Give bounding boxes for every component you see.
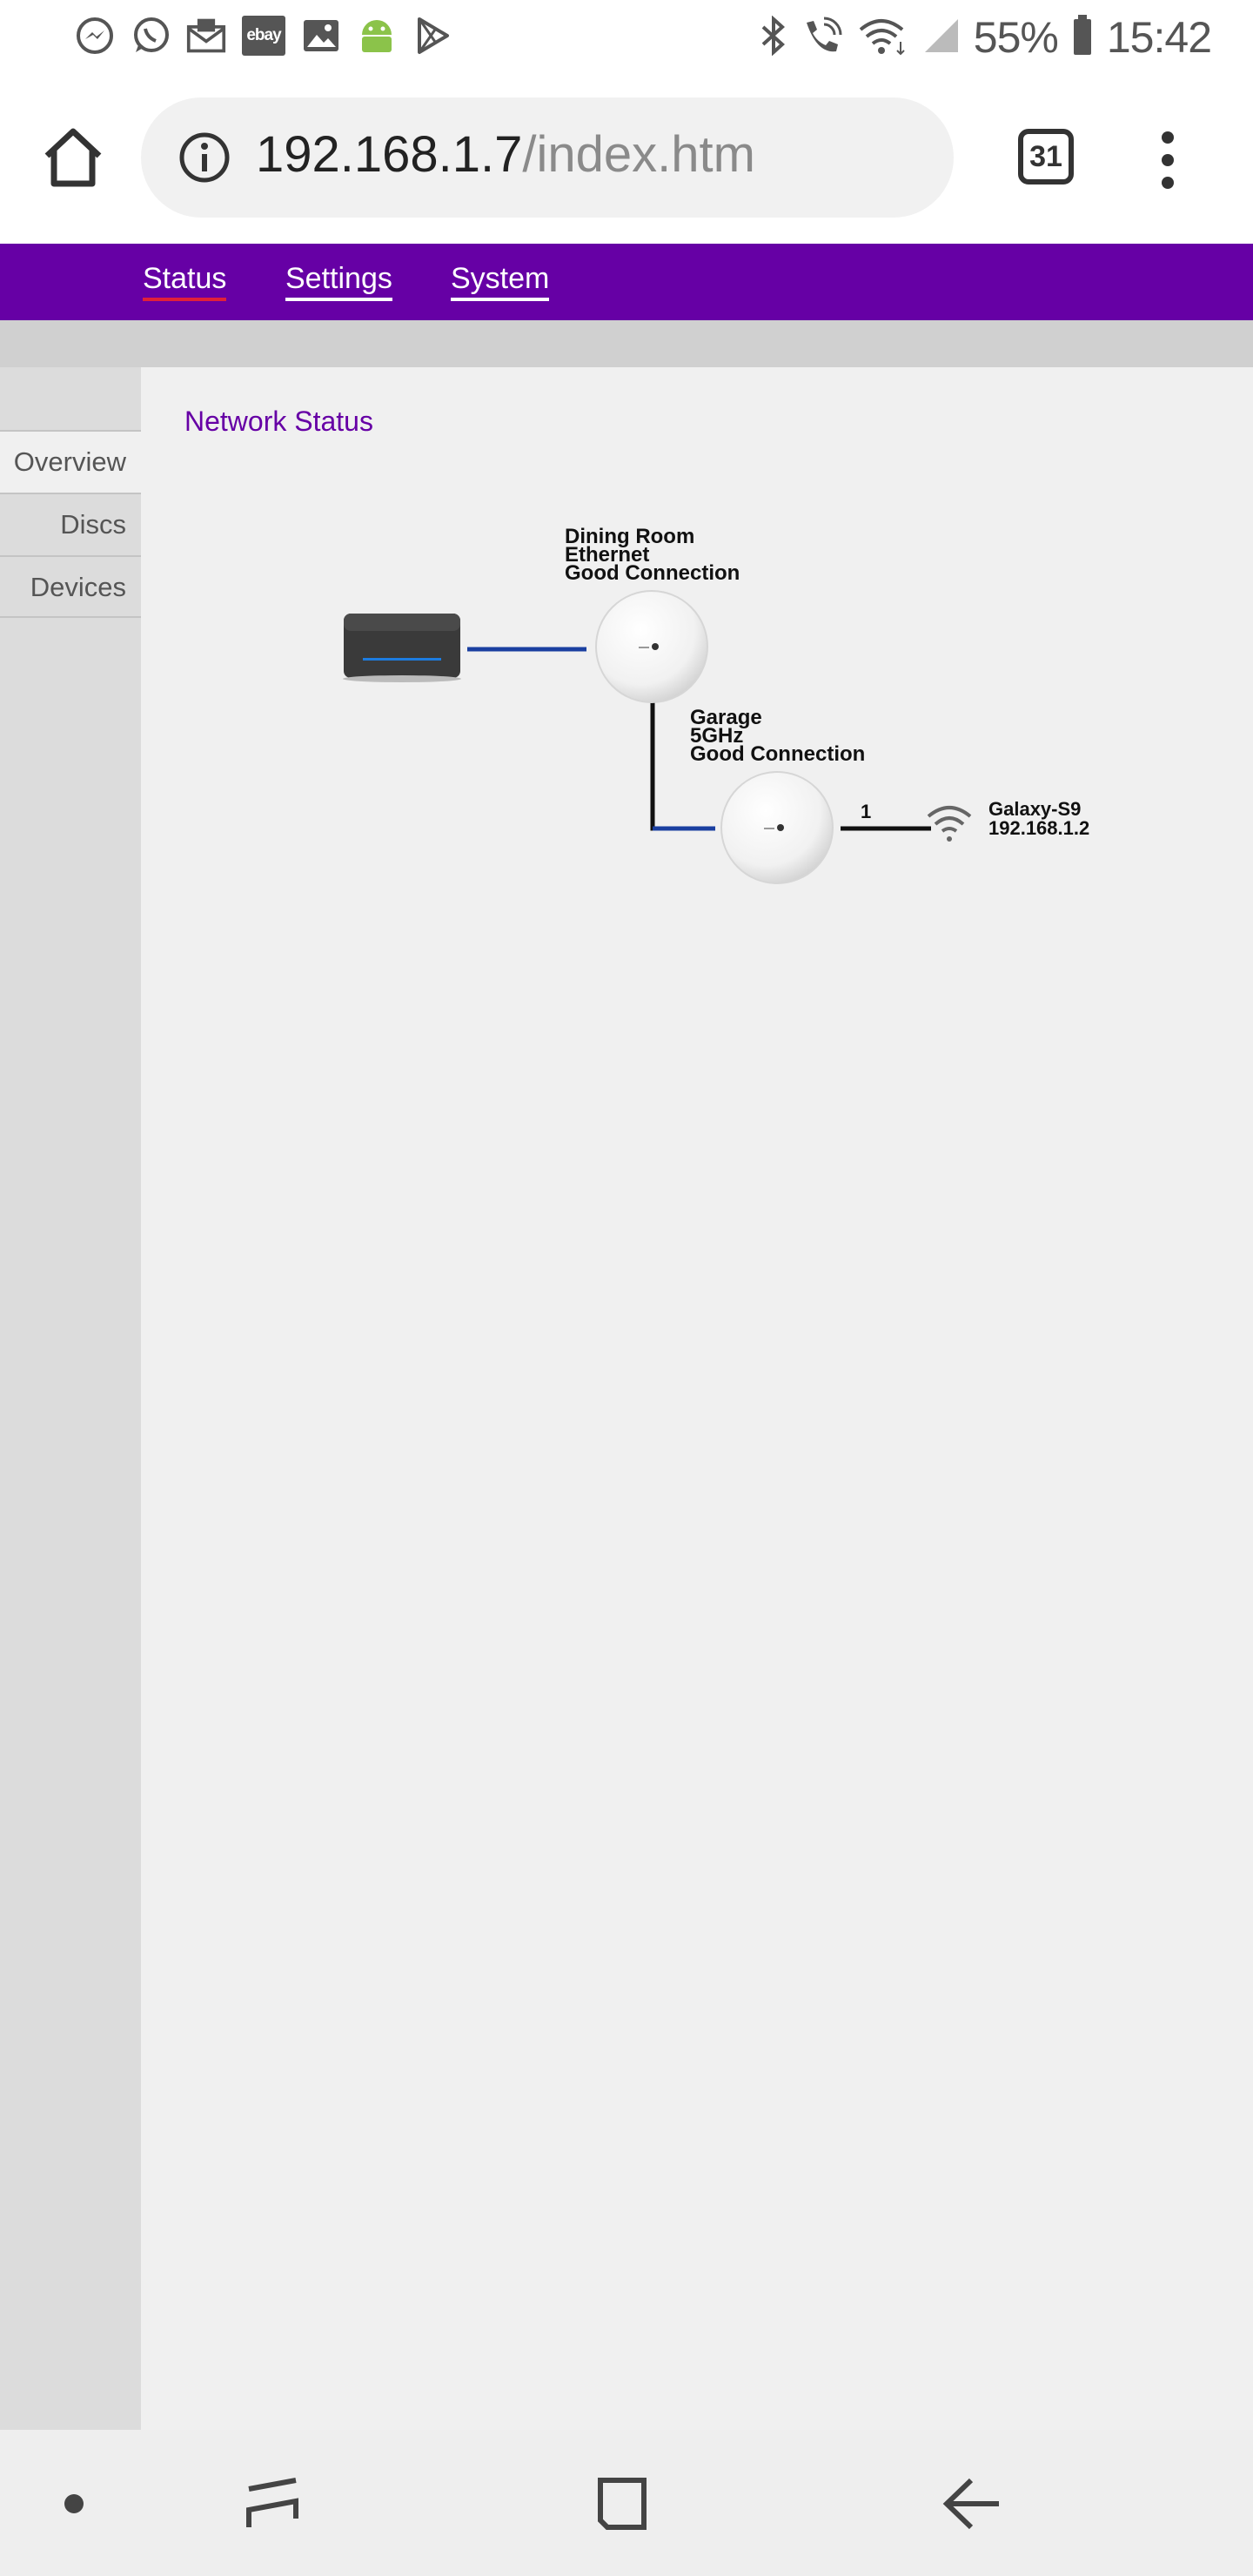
sub-header-bar xyxy=(0,320,1253,367)
disc2-status: Good Connection xyxy=(690,742,866,766)
gallery-icon xyxy=(301,16,341,56)
battery-icon xyxy=(1072,14,1093,61)
sidebar: Overview Discs Devices xyxy=(0,367,141,2430)
disc1-status: Good Connection xyxy=(565,561,740,585)
dot-icon xyxy=(64,2494,84,2513)
status-bar: ebay 55% 15:42 xyxy=(0,0,1253,75)
disc2-labels: Garage 5GHz Good Connection xyxy=(690,708,866,766)
device-ip: 192.168.1.2 xyxy=(988,817,1090,839)
sidebar-item-discs[interactable]: Discs xyxy=(0,493,141,555)
whatsapp-icon xyxy=(131,16,171,56)
tab-status[interactable]: Status xyxy=(143,263,227,301)
browser-toolbar: 192.168.1.7/index.htm 31 xyxy=(0,75,1253,244)
device-name: Galaxy-S9 xyxy=(988,798,1082,820)
back-button[interactable] xyxy=(933,2465,1011,2543)
bluetooth-icon xyxy=(760,15,787,60)
address-bar[interactable]: 192.168.1.7/index.htm xyxy=(141,97,954,218)
network-diagram: Dining Room Ethernet Good Connection Gar… xyxy=(141,367,1253,976)
disc1-labels: Dining Room Ethernet Good Connection xyxy=(565,527,740,585)
mail-notification-icon xyxy=(186,16,226,56)
android-icon xyxy=(357,16,397,56)
recent-apps-button[interactable] xyxy=(233,2465,312,2543)
ebay-label: ebay xyxy=(246,26,281,44)
notification-icons: ebay xyxy=(75,16,452,56)
square-home-icon xyxy=(598,2478,647,2530)
site-nav: Status Settings System xyxy=(0,244,1253,320)
nav-dot-button[interactable] xyxy=(35,2465,113,2543)
info-icon[interactable] xyxy=(178,131,231,184)
recents-icon xyxy=(246,2478,298,2527)
sidebar-item-overview[interactable]: Overview xyxy=(0,430,141,493)
tab-settings[interactable]: Settings xyxy=(285,263,392,301)
sidebar-item-devices[interactable]: Devices xyxy=(0,555,141,618)
wifi-device-icon[interactable] xyxy=(927,806,972,842)
system-nav-bar xyxy=(0,2430,1253,2576)
main-content: Network Status Dining Room Ethernet Good… xyxy=(141,367,1253,2430)
url-path: /index.htm xyxy=(522,126,755,183)
play-store-icon xyxy=(412,16,452,56)
url-text[interactable]: 192.168.1.7/index.htm xyxy=(256,125,755,184)
wifi-calling-icon xyxy=(801,16,843,60)
tab-count: 31 xyxy=(1029,139,1062,173)
router-image[interactable] xyxy=(343,614,461,682)
home-nav-button[interactable] xyxy=(583,2465,661,2543)
home-button[interactable] xyxy=(38,123,108,192)
disc-garage[interactable] xyxy=(720,771,834,884)
clock: 15:42 xyxy=(1106,13,1212,62)
ebay-icon: ebay xyxy=(242,16,285,56)
more-vert-icon xyxy=(1162,131,1174,189)
client-count: 1 xyxy=(861,801,872,822)
wifi-signal-icon xyxy=(857,16,909,60)
system-icons: 55% 15:42 xyxy=(760,9,1212,66)
cell-signal-icon xyxy=(923,16,960,60)
home-icon xyxy=(44,128,102,187)
messenger-icon xyxy=(75,16,115,56)
back-arrow-icon xyxy=(942,2478,999,2530)
tab-switcher-button[interactable]: 31 xyxy=(1018,129,1074,184)
battery-percent: 55% xyxy=(973,13,1059,62)
overflow-menu-button[interactable] xyxy=(1149,125,1187,195)
tab-system[interactable]: System xyxy=(451,263,550,301)
url-host: 192.168.1.7 xyxy=(256,126,523,183)
disc-dining-room[interactable] xyxy=(595,590,708,703)
device-labels: Galaxy-S9 192.168.1.2 xyxy=(988,800,1089,838)
